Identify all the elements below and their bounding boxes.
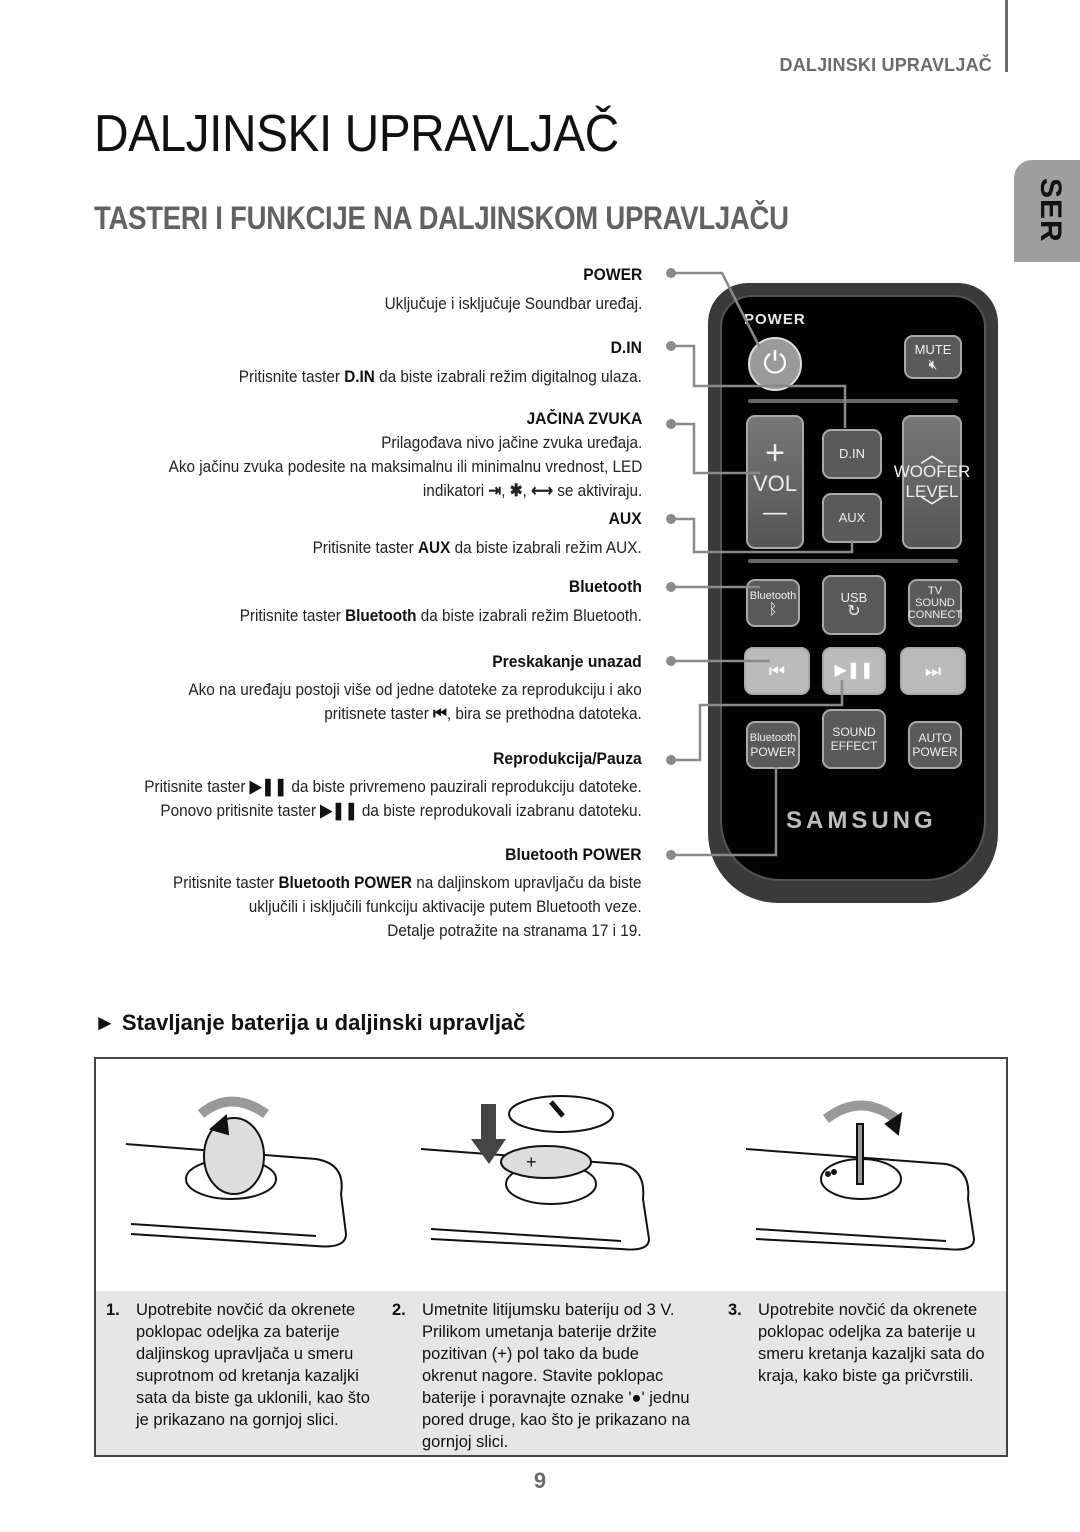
function-desc: Pritisnite taster D.IN da biste izabrali… bbox=[238, 367, 642, 386]
remote-din-button: D.IN bbox=[822, 429, 882, 479]
remote-tv-sound-connect-button: TV SOUND CONNECT bbox=[908, 579, 962, 627]
function-title: AUX bbox=[608, 509, 642, 528]
function-skip-back: Preskakanje unazad Ako na uređaju postoj… bbox=[138, 650, 642, 726]
mute-icon: 🔇︎ bbox=[928, 356, 938, 372]
remote-sound-effect-button: SOUND EFFECT bbox=[822, 709, 886, 769]
usb-icon: ⟷ bbox=[530, 481, 553, 500]
chevron-down-icon: ﹀ bbox=[920, 495, 944, 522]
function-desc: pritisnete taster ⏮, bira se prethodna d… bbox=[324, 704, 642, 723]
function-desc: Pritisnite taster ▶❚❚ da biste privremen… bbox=[144, 777, 642, 796]
function-din: D.IN Pritisnite taster D.IN da biste iza… bbox=[194, 336, 642, 389]
function-desc: Prilagođava nivo jačine zvuka uređaja. bbox=[380, 433, 642, 452]
header-rule bbox=[1005, 0, 1008, 72]
page-title: DALJINSKI UPRAVLJAČ bbox=[94, 105, 619, 163]
chevron-up-icon: ︿ bbox=[920, 441, 944, 468]
function-aux: AUX Pritisnite taster AUX da biste izabr… bbox=[276, 507, 642, 560]
play-pause-icon: ▶❚❚ bbox=[320, 801, 358, 820]
language-tab-label: SER bbox=[1034, 178, 1067, 243]
remote-woofer-rocker: ︿ WOOFER LEVEL ﹀ bbox=[894, 415, 970, 549]
function-title: D.IN bbox=[610, 338, 642, 357]
bluetooth-icon: ᛒ bbox=[768, 601, 778, 618]
function-desc: Pritisnite taster AUX da biste izabrali … bbox=[312, 538, 642, 557]
remote-play-pause-button: ▶❚❚ bbox=[822, 647, 886, 695]
battery-step3-illustration bbox=[745, 1100, 976, 1251]
callout-dot bbox=[666, 514, 676, 524]
remote-next-button: ⏭ bbox=[900, 647, 966, 695]
function-title: JAČINA ZVUKA bbox=[526, 409, 642, 428]
remote-mute-button: MUTE 🔇︎ bbox=[904, 335, 962, 379]
callout-dot bbox=[666, 268, 676, 278]
function-bluetooth: Bluetooth Pritisnite taster Bluetooth da… bbox=[195, 575, 642, 628]
function-desc: Pritisnite taster Bluetooth da biste iza… bbox=[239, 606, 642, 625]
callout-dot bbox=[666, 850, 676, 860]
power-label: POWER bbox=[744, 311, 806, 328]
remote-power-button: ⏻ bbox=[748, 337, 802, 391]
bluetooth-icon: ✱ bbox=[509, 481, 523, 500]
battery-steps: 1. Upotrebite novčić da okrenete poklopa… bbox=[96, 1291, 1006, 1455]
function-volume: JAČINA ZVUKA Prilagođava nivo jačine zvu… bbox=[116, 407, 642, 503]
function-title: Reprodukcija/Pauza bbox=[493, 749, 642, 768]
function-play-pause: Reprodukcija/Pauza Pritisnite taster ▶❚❚… bbox=[89, 747, 642, 823]
function-desc: Ako na uređaju postoji više od jedne dat… bbox=[188, 680, 642, 699]
callout-dot bbox=[666, 582, 676, 592]
remote-bluetooth-button: Bluetooth ᛒ bbox=[746, 579, 800, 627]
remote-bluetooth-power-button: Bluetooth POWER bbox=[746, 721, 800, 769]
battery-step2-illustration: + bbox=[420, 1095, 651, 1251]
function-title: Bluetooth bbox=[569, 577, 642, 596]
callout-dot bbox=[666, 656, 676, 666]
repeat-icon: ↻ bbox=[847, 603, 861, 620]
battery-step1-illustration bbox=[125, 1096, 348, 1248]
battery-heading: ► Stavljanje baterija u daljinski upravl… bbox=[94, 1010, 526, 1035]
callout-dot bbox=[666, 755, 676, 765]
language-tab: SER bbox=[1014, 160, 1080, 262]
battery-instructions-box: + 1. Upotrebite novčić da okrenete poklo… bbox=[94, 1057, 1008, 1457]
page-number: 9 bbox=[533, 1468, 547, 1493]
remote-separator bbox=[748, 399, 958, 403]
skip-back-icon: ⏮ bbox=[433, 704, 448, 723]
function-bluetooth-power: Bluetooth POWER Pritisnite taster Blueto… bbox=[121, 843, 642, 943]
remote-prev-button: ⏮ bbox=[744, 647, 810, 695]
function-desc: uključili i isključili funkciju aktivaci… bbox=[249, 897, 642, 916]
section-title: TASTERI I FUNKCIJE NA DALJINSKOM UPRAVLJ… bbox=[94, 200, 789, 236]
callout-dot bbox=[666, 341, 676, 351]
remote-face: POWER ⏻ MUTE 🔇︎ + VOL — D.IN AUX ︿ WOOFER… bbox=[720, 295, 986, 881]
remote-separator bbox=[748, 559, 958, 563]
remote-usb-button: USB ↻ bbox=[822, 575, 886, 635]
play-pause-icon: ▶❚❚ bbox=[249, 777, 288, 796]
function-desc: Ako jačinu zvuka podesite na maksimalnu … bbox=[168, 457, 642, 476]
remote-volume-rocker: + VOL — bbox=[746, 415, 804, 549]
function-desc: Ponovo pritisnite taster ▶❚❚ da biste re… bbox=[160, 801, 642, 820]
function-desc-indicators: indikatori ⇥, ✱, ⟷ se aktiviraju. bbox=[168, 479, 642, 503]
function-desc: Detalje potražite na stranama 17 i 19. bbox=[387, 921, 642, 940]
function-title: Preskakanje unazad bbox=[492, 652, 642, 671]
function-desc: Uključuje i isključuje Soundbar uređaj. bbox=[384, 294, 642, 313]
remote-control-illustration: POWER ⏻ MUTE 🔇︎ + VOL — D.IN AUX ︿ WOOFER… bbox=[708, 283, 998, 903]
remote-auto-power-button: AUTO POWER bbox=[908, 721, 962, 769]
running-head: DALJINSKI UPRAVLJAČ bbox=[779, 55, 992, 75]
function-power: POWER Uključuje i isključuje Soundbar ur… bbox=[356, 263, 642, 316]
input-source-icon: ⇥ bbox=[488, 481, 501, 500]
function-desc: Pritisnite taster Bluetooth POWER na dal… bbox=[173, 873, 642, 892]
function-title: Bluetooth POWER bbox=[505, 845, 642, 864]
function-title: POWER bbox=[582, 265, 642, 284]
svg-text:+: + bbox=[526, 1152, 537, 1172]
triangle-marker-icon: ► bbox=[94, 1010, 116, 1035]
remote-aux-button: AUX bbox=[822, 493, 882, 543]
power-icon: ⏻ bbox=[763, 347, 787, 380]
samsung-logo: SAMSUNG bbox=[786, 807, 937, 834]
callout-dot bbox=[666, 419, 676, 429]
